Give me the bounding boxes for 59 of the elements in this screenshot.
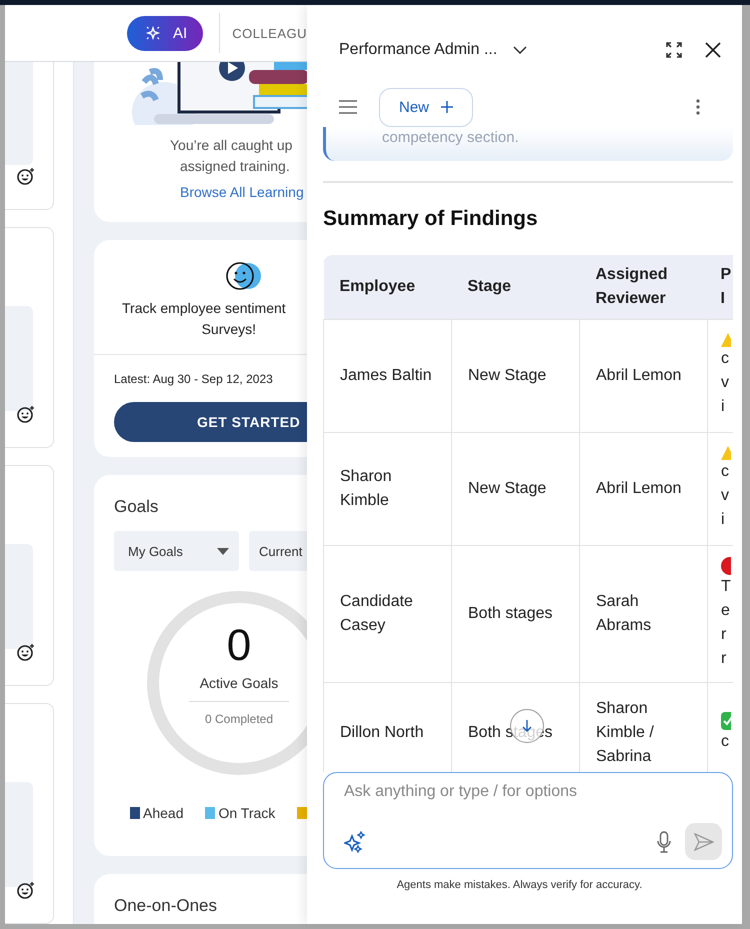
more-icon[interactable] [696,99,700,115]
goal-count: 0 [226,623,252,669]
latest-date-range: Latest: Aug 30 - Sep 12, 2023 [114,372,273,386]
column-header: Employee [324,255,452,320]
disclaimer-text: Agents make mistakes. Always verify for accuracy. [396,879,644,891]
table-cell: New Stage [452,320,580,432]
ai-button[interactable]: AI [127,16,204,50]
column-header: Assigned Reviewer [580,255,708,320]
card-title: One-on-Ones [114,896,218,916]
legend-label: Ahead [143,805,184,821]
sparkle-icon[interactable] [344,830,366,852]
error-icon [721,557,731,575]
table-cell-text: c [721,732,730,752]
send-button[interactable] [685,823,722,860]
add-reaction-icon[interactable] [17,643,35,662]
table-cell: Candidate Casey [324,546,452,682]
legend-label: On Track [218,805,276,821]
smiley-icon [226,262,264,292]
add-reaction-icon[interactable] [17,881,35,899]
check-icon [721,712,731,730]
caret-icon [217,548,229,554]
table-cell-text: c v i [721,462,730,530]
section-heading: Summary of Findings [323,207,539,231]
plus-icon [441,101,453,113]
message-text: competency section. [382,129,519,146]
warning-icon [721,333,731,347]
table-cell: Sarah Abrams [580,546,708,682]
close-icon[interactable] [705,42,721,58]
nav-item[interactable]: COLLEAGU [232,26,307,40]
new-button[interactable]: New [379,88,473,126]
completed-count: 0 Completed [204,712,274,726]
table-cell: Abril Lemon [580,432,708,546]
menu-icon[interactable] [339,100,357,114]
browse-learning-link[interactable]: Browse All Learning [124,184,307,200]
get-started-button[interactable]: GET STARTED [114,402,307,442]
table-cell-text: c v i [721,349,730,417]
table-cell: James Baltin [324,320,452,432]
table-cell: Abril Lemon [580,320,708,432]
filter-dropdown[interactable]: My Goals [114,531,239,571]
card-title: Goals [114,497,160,517]
table-cell-text: T e r r [721,577,732,669]
expand-icon[interactable] [665,41,683,59]
sparkle-icon [145,25,161,41]
agent-selector[interactable]: Performance Admin ... [339,41,528,59]
add-reaction-icon[interactable] [17,167,35,186]
table-cell: New Stage [452,432,580,546]
warning-icon [721,446,731,460]
goal-count-label: Active Goals [200,675,278,691]
column-header: Stage [452,255,580,320]
survey-message: Track employee sentiment Surveys! [122,299,286,339]
add-reaction-icon[interactable] [17,405,35,424]
chevron-down-icon [513,46,528,54]
table-cell: Sharon Kimble [324,432,452,546]
column-header: P I [708,255,733,320]
microphone-icon[interactable] [657,830,671,852]
send-icon [694,832,714,850]
table-cell: Both stages [452,546,580,682]
filter-dropdown[interactable]: Current [249,531,307,571]
empty-state-message: You’re all caught up assigned training. [169,136,294,176]
